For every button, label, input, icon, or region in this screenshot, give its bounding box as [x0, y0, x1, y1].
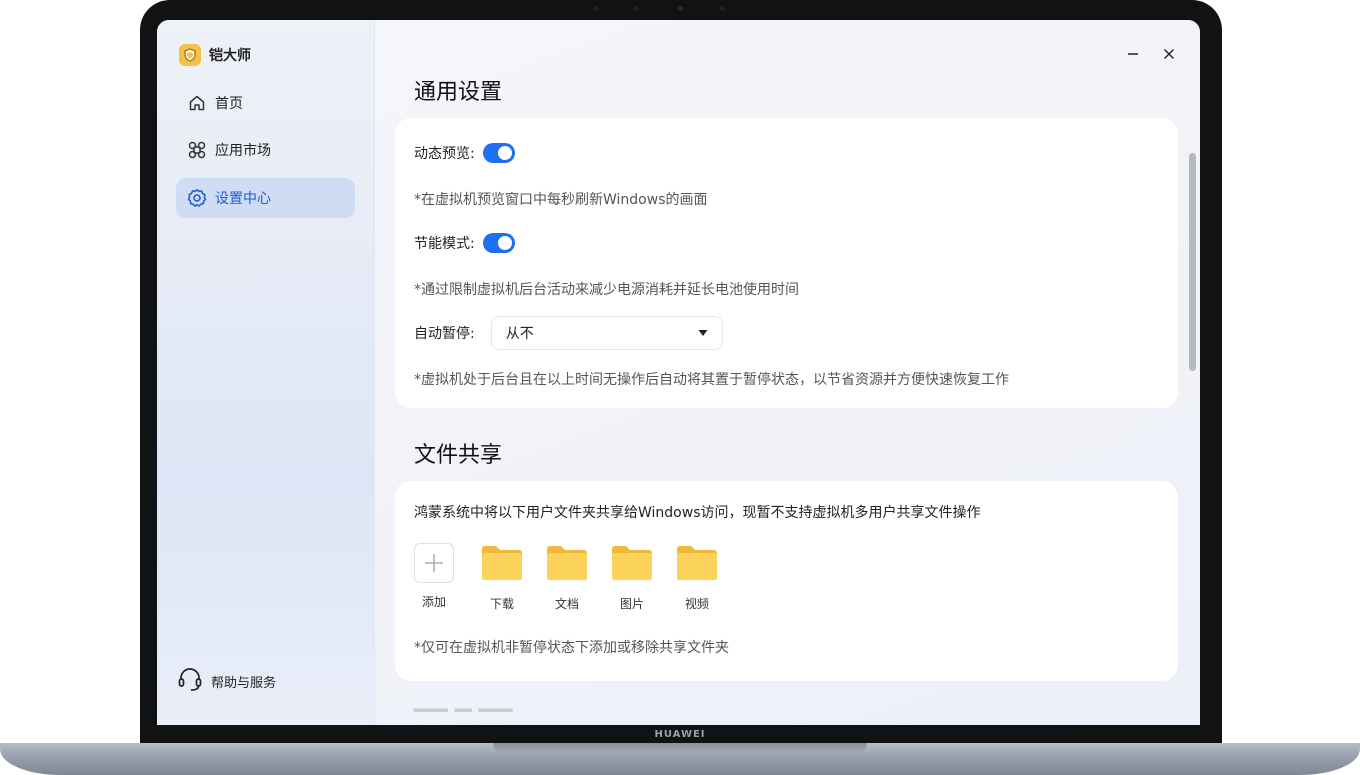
sidebar-item-label: 首页 — [215, 96, 243, 112]
dynamic-preview-toggle[interactable] — [482, 143, 515, 163]
power-saving-hint: *通过限制虚拟机后台活动来减少电源消耗并延长电池使用时间 — [414, 282, 799, 298]
file-share-title: 文件共享 — [414, 443, 503, 468]
folder-label: 下载 — [489, 597, 514, 611]
general-settings-card: 动态预览: *在虚拟机预览窗口中每秒刷新Windows的画面 节能模式: *通过… — [395, 118, 1178, 408]
app-name: 铠大师 — [209, 48, 251, 64]
folder-label: 文档 — [554, 597, 579, 611]
file-share-description: 鸿蒙系统中将以下用户文件夹共享给Windows访问，现暂不支持虚拟机多用户共享文… — [414, 505, 981, 521]
folder-label: 图片 — [619, 597, 644, 611]
next-section-title-peek: ▔▔ ▔ ▔▔ — [414, 710, 513, 725]
sidebar-item-label: 应用市场 — [215, 143, 271, 159]
app-window: 铠大师 首页 应用市场 设置中心 帮助与服务 通用设置 动态预览: *在虚拟机预… — [157, 20, 1200, 725]
sensor-dot — [633, 6, 638, 11]
gear-icon — [186, 187, 208, 209]
close-button[interactable] — [1159, 44, 1179, 64]
dynamic-preview-hint: *在虚拟机预览窗口中每秒刷新Windows的画面 — [414, 192, 708, 208]
sidebar-item-home[interactable]: 首页 — [176, 83, 355, 123]
file-share-card: 鸿蒙系统中将以下用户文件夹共享给Windows访问，现暂不支持虚拟机多用户共享文… — [395, 481, 1178, 681]
power-saving-row: 节能模式: — [414, 233, 515, 253]
camera-dot — [678, 6, 683, 11]
home-icon — [186, 92, 208, 114]
shared-folder-downloads[interactable]: 下载 — [477, 543, 527, 612]
auto-pause-select[interactable]: 从不 — [490, 316, 723, 350]
sensor-dot — [720, 6, 725, 11]
app-market-icon — [186, 139, 208, 161]
shared-folder-pictures[interactable]: 图片 — [607, 543, 657, 612]
power-saving-toggle[interactable] — [482, 233, 515, 253]
headset-icon — [177, 666, 203, 696]
add-folder-button[interactable]: 添加 — [409, 543, 459, 610]
sidebar-item-label: 设置中心 — [215, 191, 271, 207]
app-title: 铠大师 — [179, 44, 251, 66]
app-logo-icon — [179, 44, 201, 66]
device-brand: HUAWEI — [654, 729, 706, 740]
folder-icon — [611, 543, 653, 585]
auto-pause-hint: *虚拟机处于后台且在以上时间无操作后自动将其置于暂停状态，以节省资源并方便快速恢… — [414, 372, 1009, 388]
main-panel: 通用设置 动态预览: *在虚拟机预览窗口中每秒刷新Windows的画面 节能模式… — [375, 20, 1200, 725]
power-saving-label: 节能模式: — [414, 236, 475, 252]
dynamic-preview-row: 动态预览: — [414, 143, 515, 163]
sensor-dot — [593, 6, 598, 11]
shared-folder-videos[interactable]: 视频 — [672, 543, 722, 612]
folder-icon — [676, 543, 718, 585]
sidebar: 铠大师 首页 应用市场 设置中心 帮助与服务 — [157, 20, 375, 725]
plus-icon — [414, 543, 454, 583]
shared-folder-documents[interactable]: 文档 — [542, 543, 592, 612]
help-and-service-label: 帮助与服务 — [211, 675, 277, 691]
file-share-hint: *仅可在虚拟机非暂停状态下添加或移除共享文件夹 — [414, 640, 729, 656]
general-settings-title: 通用设置 — [414, 80, 503, 105]
folder-icon — [481, 543, 523, 585]
laptop-notch — [493, 743, 867, 753]
sidebar-item-settings[interactable]: 设置中心 — [176, 178, 355, 218]
folder-icon — [546, 543, 588, 585]
folder-label: 视频 — [684, 597, 709, 611]
add-folder-label: 添加 — [421, 595, 446, 609]
close-icon — [1164, 49, 1174, 59]
caret-down-icon — [698, 325, 708, 341]
sidebar-item-app-market[interactable]: 应用市场 — [176, 130, 355, 170]
scrollbar-thumb[interactable] — [1189, 153, 1196, 371]
help-and-service-button[interactable]: 帮助与服务 — [177, 666, 276, 696]
minimize-button[interactable] — [1123, 44, 1143, 64]
auto-pause-value: 从不 — [505, 326, 534, 342]
dynamic-preview-label: 动态预览: — [414, 146, 475, 162]
auto-pause-label: 自动暂停: — [414, 326, 475, 342]
auto-pause-row: 自动暂停: 从不 — [414, 316, 723, 350]
